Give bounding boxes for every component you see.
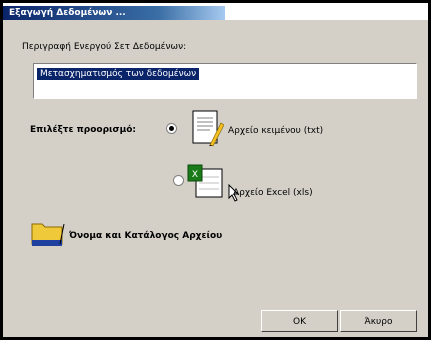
description-field[interactable]: Μετασχηματισμός των δεδομένων xyxy=(33,63,417,99)
folder-icon[interactable] xyxy=(30,218,66,248)
format-label: Επιλέξτε προορισμό: xyxy=(30,125,136,135)
dialog-body: Περιγραφή Ενεργού Σετ Δεδομένων: Μετασχη… xyxy=(3,20,428,337)
svg-text:X: X xyxy=(192,170,198,180)
frame-top-border xyxy=(0,0,431,3)
ok-button[interactable]: OK xyxy=(261,310,338,332)
description-value: Μετασχηματισμός των δεδομένων xyxy=(37,68,200,80)
option-excel-file-label[interactable]: Αρχείο Excel (xls) xyxy=(233,188,313,198)
folder-label[interactable]: Όνομα και Κατάλογος Αρχείου xyxy=(69,231,222,241)
titlebar-blank xyxy=(225,6,428,20)
window-title: Εξαγωγή Δεδομένων ... xyxy=(3,6,225,20)
description-label: Περιγραφή Ενεργού Σετ Δεδομένων: xyxy=(22,42,187,52)
excel-file-icon: X xyxy=(187,164,223,198)
radio-excel-file[interactable] xyxy=(173,175,184,186)
radio-text-file[interactable] xyxy=(166,123,177,134)
text-file-icon xyxy=(192,110,224,147)
option-text-file-label[interactable]: Αρχείο κειμένου (txt) xyxy=(228,126,323,136)
cancel-button[interactable]: Άκυρο xyxy=(340,310,417,332)
